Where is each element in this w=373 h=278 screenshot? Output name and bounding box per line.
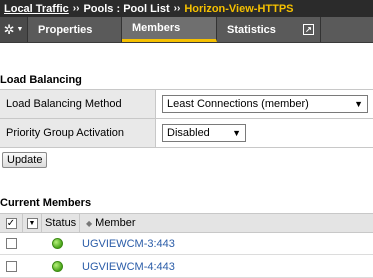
breadcrumb-separator: ›› xyxy=(72,3,80,14)
caret-down-icon: ▼ xyxy=(16,26,24,33)
select-all-cell: ✓ xyxy=(0,214,23,232)
lb-method-row: Load Balancing Method Least Connections … xyxy=(0,89,373,118)
tab-properties[interactable]: Properties xyxy=(28,17,122,42)
priority-group-row: Priority Group Activation Disabled ▼ xyxy=(0,118,373,148)
row-checkbox-cell xyxy=(0,261,22,272)
lb-method-select[interactable]: Least Connections (member) ▼ xyxy=(162,95,368,113)
tab-bar: ✲ ▼ Properties Members Statistics ↗ xyxy=(0,17,373,43)
member-link[interactable]: UGVIEWCM-4:443 xyxy=(74,261,175,273)
row-checkbox-cell xyxy=(0,238,22,249)
members-table-header: ✓ ▼ Status ◆ Member xyxy=(0,213,373,233)
select-all-checkbox[interactable]: ✓ xyxy=(5,217,17,229)
priority-group-select[interactable]: Disabled ▼ xyxy=(162,124,246,142)
breadcrumb-separator: ›› xyxy=(173,3,181,14)
member-link[interactable]: UGVIEWCM-3:443 xyxy=(74,238,175,250)
row-status-cell xyxy=(40,238,74,249)
row-status-cell xyxy=(40,261,74,272)
tab-members[interactable]: Members xyxy=(122,17,217,42)
row-checkbox[interactable] xyxy=(5,238,17,249)
sort-icon: ◆ xyxy=(86,218,93,228)
column-options-dropdown[interactable]: ▼ xyxy=(26,217,38,229)
status-available-icon xyxy=(51,261,63,272)
chevron-down-icon: ▼ xyxy=(232,128,241,138)
lb-method-label: Load Balancing Method xyxy=(0,90,156,118)
priority-group-label: Priority Group Activation xyxy=(0,119,156,147)
current-members-heading: Current Members xyxy=(0,197,92,209)
chevron-down-icon: ▼ xyxy=(354,99,363,109)
tab-statistics-label: Statistics xyxy=(227,23,276,36)
breadcrumb-current-pool: Horizon-View-HTTPS xyxy=(184,2,294,15)
breadcrumb-pool-list[interactable]: Pools : Pool List xyxy=(83,3,169,15)
load-balancing-heading: Load Balancing xyxy=(0,74,82,86)
tab-members-label: Members xyxy=(132,22,181,34)
tab-statistics[interactable]: Statistics ↗ xyxy=(217,17,321,42)
member-column-label: Member xyxy=(95,217,136,229)
status-column-header[interactable]: Status xyxy=(42,214,80,232)
lb-method-cell: Least Connections (member) ▼ xyxy=(156,90,373,118)
table-row: UGVIEWCM-3:443 xyxy=(0,233,373,255)
gear-icon: ✲ xyxy=(3,21,15,37)
breadcrumb-local-traffic[interactable]: Local Traffic xyxy=(4,3,69,15)
row-checkbox[interactable] xyxy=(5,261,17,272)
status-available-icon xyxy=(51,238,63,249)
load-balancing-table: Load Balancing Method Least Connections … xyxy=(0,89,373,148)
lb-method-value: Least Connections (member) xyxy=(167,98,309,110)
table-row: UGVIEWCM-4:443 xyxy=(0,256,373,278)
breadcrumb: Local Traffic ›› Pools : Pool List ›› Ho… xyxy=(0,0,373,17)
update-button[interactable]: Update xyxy=(2,152,48,168)
column-options-cell: ▼ xyxy=(23,214,42,232)
gear-menu-button[interactable]: ✲ ▼ xyxy=(0,17,28,42)
priority-group-value: Disabled xyxy=(167,127,210,139)
external-link-icon[interactable]: ↗ xyxy=(303,24,314,35)
tab-properties-label: Properties xyxy=(38,23,93,36)
member-column-header[interactable]: ◆ Member xyxy=(80,214,136,232)
priority-group-cell: Disabled ▼ xyxy=(156,119,373,147)
